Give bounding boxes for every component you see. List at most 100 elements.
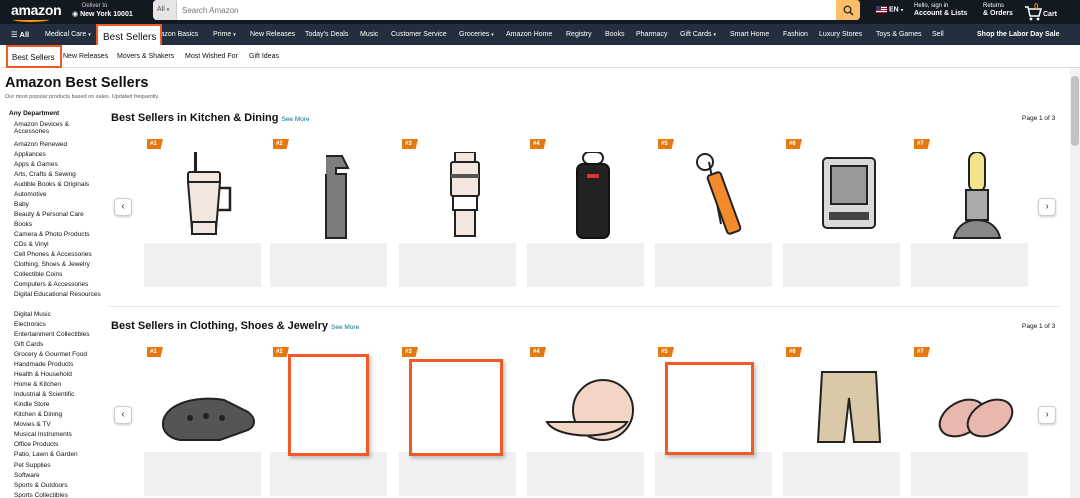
sidebar-dept-item[interactable]: Home & Kitchen bbox=[14, 381, 102, 388]
sidebar-dept-item[interactable]: Digital Music bbox=[14, 311, 102, 318]
sidebar-dept-item[interactable]: Beauty & Personal Care bbox=[14, 211, 102, 218]
sidebar-dept-item[interactable]: CDs & Vinyl bbox=[14, 241, 102, 248]
subnav-most-wished-for[interactable]: Most Wished For bbox=[185, 53, 238, 60]
nav-item-sell[interactable]: Sell bbox=[932, 31, 944, 38]
account-lists[interactable]: Hello, sign in Account & Lists bbox=[914, 2, 967, 18]
sidebar-dept-item[interactable]: Entertainment Collectibles bbox=[14, 331, 102, 338]
search-input[interactable] bbox=[179, 0, 829, 20]
product-image-bottle[interactable] bbox=[543, 152, 643, 240]
sidebar-dept-item[interactable]: Patio, Lawn & Garden bbox=[14, 451, 102, 458]
nav-item-pharmacy[interactable]: Pharmacy bbox=[636, 31, 668, 38]
search-category-dropdown[interactable]: All ▾ bbox=[153, 0, 177, 20]
sidebar-dept-item[interactable]: Apps & Games bbox=[14, 161, 102, 168]
sidebar-dept-item[interactable]: Amazon Renewed bbox=[14, 141, 102, 148]
sidebar-dept-item[interactable]: Sports Collectibles bbox=[14, 492, 102, 498]
see-more-link[interactable]: See More bbox=[281, 116, 309, 123]
top-header: amazon Deliver to ◉ New York 10001 All ▾… bbox=[0, 0, 1080, 24]
sidebar-dept-item[interactable]: Audible Books & Originals bbox=[14, 181, 102, 188]
sidebar-dept-item[interactable]: Gift Cards bbox=[14, 341, 102, 348]
scrollbar-thumb[interactable] bbox=[1071, 76, 1079, 146]
sidebar-dept-item[interactable]: Handmade Products bbox=[14, 361, 102, 368]
product-image-clog[interactable] bbox=[160, 360, 260, 448]
sidebar-dept-item[interactable]: Musical Instruments bbox=[14, 431, 102, 438]
chevron-right-icon: › bbox=[1045, 201, 1049, 212]
sidebar-dept-item[interactable]: Kitchen & Dining bbox=[14, 411, 102, 418]
nav-item-prime[interactable]: Prime ▾ bbox=[213, 31, 236, 38]
sidebar-dept-item[interactable]: Movies & TV bbox=[14, 421, 102, 428]
sidebar-dept-item[interactable]: Electronics bbox=[14, 321, 102, 328]
sidebar-dept-item[interactable]: Industrial & Scientific bbox=[14, 391, 102, 398]
nav-item-groceries[interactable]: Groceries ▾ bbox=[459, 31, 494, 38]
product-image-plate[interactable] bbox=[543, 360, 643, 448]
nav-item-gift-cards[interactable]: Gift Cards ▾ bbox=[680, 31, 716, 38]
labor-day-sale-link[interactable]: Shop the Labor Day Sale bbox=[977, 31, 1059, 38]
nav-item-medical-care[interactable]: Medical Care ▾ bbox=[45, 31, 91, 38]
all-menu-button[interactable]: ☰ All bbox=[11, 30, 29, 39]
sidebar-dept-item[interactable]: Arts, Crafts & Sewing bbox=[14, 171, 102, 178]
sidebar-dept-item[interactable]: Software bbox=[14, 472, 102, 479]
subnav-movers-shakers[interactable]: Movers & Shakers bbox=[117, 53, 174, 60]
sidebar-dept-item[interactable]: Computers & Accessories bbox=[14, 281, 102, 288]
sidebar-dept-item[interactable]: Clothing, Shoes & Jewelry bbox=[14, 261, 102, 268]
sidebar-dept-item[interactable]: Books bbox=[14, 221, 102, 228]
returns-orders[interactable]: Returns & Orders bbox=[983, 2, 1013, 18]
carousel-next-button[interactable]: › bbox=[1038, 406, 1056, 424]
product-info-placeholder bbox=[655, 452, 772, 496]
product-info-placeholder bbox=[527, 452, 644, 496]
nav-item-amazon-home[interactable]: Amazon Home bbox=[506, 31, 552, 38]
language-selector[interactable]: EN ▾ bbox=[876, 6, 903, 13]
search-button[interactable] bbox=[836, 0, 860, 20]
product-image-scale[interactable] bbox=[799, 152, 899, 240]
nav-item-new-releases[interactable]: New Releases bbox=[250, 31, 295, 38]
page-indicator: Page 1 of 3 bbox=[1022, 115, 1056, 122]
product-image-thermometer[interactable] bbox=[671, 152, 771, 240]
nav-item-todays-deals[interactable]: Today's Deals bbox=[305, 31, 348, 38]
product-image-tumbler[interactable] bbox=[160, 152, 260, 240]
carousel-prev-button[interactable]: ‹ bbox=[114, 198, 132, 216]
sidebar-dept-item[interactable]: Collectible Coins bbox=[14, 271, 102, 278]
nav-item-customer-service[interactable]: Customer Service bbox=[391, 31, 447, 38]
product-image-sharpener[interactable] bbox=[927, 152, 1027, 240]
sidebar-dept-item[interactable]: Cell Phones & Accessories bbox=[14, 251, 102, 258]
cart-button[interactable]: 0 Cart bbox=[1022, 2, 1062, 22]
nav-item-luxury-stores[interactable]: Luxury Stores bbox=[819, 31, 862, 38]
sidebar-dept-item[interactable]: Office Products bbox=[14, 441, 102, 448]
sidebar-dept-item[interactable]: Automotive bbox=[14, 191, 102, 198]
carousel-next-button[interactable]: › bbox=[1038, 198, 1056, 216]
caret-down-icon: ▾ bbox=[166, 7, 170, 13]
amazon-logo[interactable]: amazon bbox=[11, 2, 62, 18]
rank-badge: #5 bbox=[658, 139, 674, 149]
subnav-new-releases[interactable]: New Releases bbox=[63, 53, 108, 60]
subnav-gift-ideas[interactable]: Gift Ideas bbox=[249, 53, 279, 60]
nav-item-music[interactable]: Music bbox=[360, 31, 378, 38]
page-subtitle: Our most popular products based on sales… bbox=[5, 94, 160, 100]
sidebar-dept-item[interactable]: Health & Household bbox=[14, 371, 102, 378]
sidebar-dept-item[interactable]: Grocery & Gourmet Food bbox=[14, 351, 102, 358]
sidebar-dept-item[interactable]: Appliances bbox=[14, 151, 102, 158]
nav-item-fashion[interactable]: Fashion bbox=[783, 31, 808, 38]
cart-label: Cart bbox=[1043, 11, 1058, 18]
product-info-placeholder bbox=[399, 452, 516, 496]
product-image-slippers[interactable] bbox=[927, 360, 1027, 448]
subnav-best-sellers[interactable]: Best Sellers bbox=[6, 45, 62, 68]
deliver-to[interactable]: Deliver to ◉ New York 10001 bbox=[72, 2, 133, 19]
sidebar-dept-item[interactable]: Kindle Store bbox=[14, 401, 102, 408]
carousel-prev-button[interactable]: ‹ bbox=[114, 406, 132, 424]
see-more-link[interactable]: See More bbox=[331, 324, 359, 331]
sidebar-dept-item[interactable]: Baby bbox=[14, 201, 102, 208]
nav-item-registry[interactable]: Registry bbox=[566, 31, 592, 38]
sidebar-dept-item[interactable]: Camera & Photo Products bbox=[14, 231, 102, 238]
product-image-flask[interactable] bbox=[415, 152, 515, 240]
sidebar-dept-item[interactable]: Amazon Devices & Accessories bbox=[14, 121, 102, 136]
page-scrollbar[interactable] bbox=[1070, 68, 1080, 498]
product-image-bottle[interactable] bbox=[286, 152, 386, 240]
sidebar-dept-item[interactable]: Digital Educational Resources bbox=[14, 291, 102, 298]
section-title-clothing: Best Sellers in Clothing, Shoes & Jewelr… bbox=[111, 320, 359, 332]
product-image-shorts[interactable] bbox=[799, 360, 899, 448]
nav-item-smart-home[interactable]: Smart Home bbox=[730, 31, 769, 38]
page-indicator: Page 1 of 3 bbox=[1022, 323, 1056, 330]
sidebar-dept-item[interactable]: Sports & Outdoors bbox=[14, 482, 102, 489]
sidebar-dept-item[interactable]: Pet Supplies bbox=[14, 462, 102, 469]
nav-item-books[interactable]: Books bbox=[605, 31, 624, 38]
nav-item-toys-games[interactable]: Toys & Games bbox=[876, 31, 922, 38]
